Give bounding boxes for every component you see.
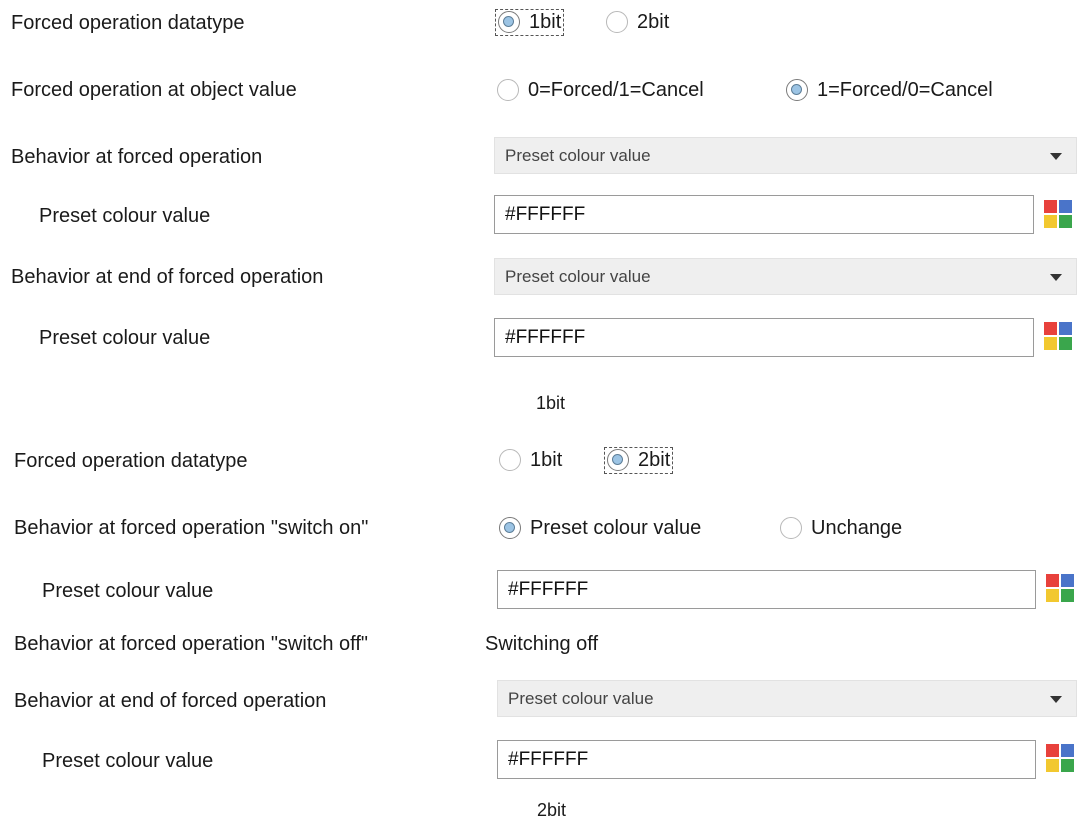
color-swatch-green <box>1061 759 1074 772</box>
focus-outline: 2bit <box>603 446 674 474</box>
radio-unchecked-icon <box>780 517 802 539</box>
color-swatch-blue <box>1061 744 1074 757</box>
behavior-end-forced-operation-dropdown[interactable]: Preset colour value <box>494 258 1077 295</box>
focus-outline: 1bit <box>494 8 565 36</box>
color-swatch-green <box>1059 215 1072 228</box>
color-swatch-green <box>1059 337 1072 350</box>
color-swatch-blue <box>1061 574 1074 587</box>
option-label: 1=Forced/0=Cancel <box>817 78 993 101</box>
color-picker-icon[interactable] <box>1044 200 1072 228</box>
forced-operation-object-value-label: Forced operation at object value <box>11 79 297 101</box>
option-label: 2bit <box>638 448 671 471</box>
color-picker-icon[interactable] <box>1044 322 1072 350</box>
preset-colour-value-input[interactable]: #FFFFFF <box>497 740 1036 779</box>
color-swatch-yellow <box>1044 337 1057 350</box>
radio-checked-icon <box>499 517 521 539</box>
input-value: #FFFFFF <box>508 748 589 770</box>
behavior-end-forced-operation-label: Behavior at end of forced operation <box>14 690 327 712</box>
radio-unchecked-icon <box>499 449 521 471</box>
color-picker-icon[interactable] <box>1046 744 1074 772</box>
option-label: 0=Forced/1=Cancel <box>528 78 704 101</box>
option-label: Unchange <box>811 516 903 539</box>
color-swatch-red <box>1046 574 1059 587</box>
color-swatch-red <box>1044 322 1057 335</box>
color-swatch-yellow <box>1044 215 1057 228</box>
radio-checked-icon <box>607 449 629 471</box>
color-swatch-yellow <box>1046 759 1059 772</box>
radio-checked-icon <box>786 79 808 101</box>
dropdown-value: Preset colour value <box>505 266 651 286</box>
object-value-0-forced-radio[interactable]: 0=Forced/1=Cancel <box>497 76 704 104</box>
input-value: #FFFFFF <box>508 578 589 600</box>
input-value: #FFFFFF <box>505 326 586 348</box>
section-caption-1bit: 1bit <box>536 393 566 413</box>
behavior-switch-on-label: Behavior at forced operation "switch on" <box>14 517 369 539</box>
color-swatch-blue <box>1059 200 1072 213</box>
input-value: #FFFFFF <box>505 203 586 225</box>
behavior-forced-operation-label: Behavior at forced operation <box>11 146 263 168</box>
datatype-2bit-radio[interactable]: 2bit <box>606 8 669 36</box>
dropdown-value: Preset colour value <box>508 688 654 708</box>
preset-colour-value-label: Preset colour value <box>42 750 214 772</box>
preset-colour-value-label: Preset colour value <box>39 327 211 349</box>
dropdown-value: Preset colour value <box>505 145 651 165</box>
chevron-down-icon <box>1050 153 1062 160</box>
color-swatch-blue <box>1059 322 1072 335</box>
behavior-forced-operation-dropdown[interactable]: Preset colour value <box>494 137 1077 174</box>
preset-colour-value-input[interactable]: #FFFFFF <box>497 570 1036 609</box>
option-label: Preset colour value <box>530 516 702 539</box>
radio-unchecked-icon <box>497 79 519 101</box>
object-value-1-forced-radio[interactable]: 1=Forced/0=Cancel <box>786 76 993 104</box>
color-swatch-red <box>1046 744 1059 757</box>
color-swatch-yellow <box>1046 589 1059 602</box>
forced-operation-datatype-label: Forced operation datatype <box>14 450 248 472</box>
datatype-2bit-radio[interactable]: 2bit <box>603 446 674 474</box>
preset-colour-value-label: Preset colour value <box>42 580 214 602</box>
behavior-switch-off-label: Behavior at forced operation "switch off… <box>14 633 369 655</box>
radio-checked-icon <box>498 11 520 33</box>
forced-operation-datatype-label: Forced operation datatype <box>11 12 245 34</box>
section-caption-2bit: 2bit <box>537 800 567 820</box>
datatype-1bit-radio[interactable]: 1bit <box>494 8 565 36</box>
datatype-1bit-radio[interactable]: 1bit <box>499 446 562 474</box>
color-swatch-red <box>1044 200 1057 213</box>
switch-on-unchange-radio[interactable]: Unchange <box>780 514 902 542</box>
preset-colour-value-input[interactable]: #FFFFFF <box>494 195 1034 234</box>
color-swatch-green <box>1061 589 1074 602</box>
chevron-down-icon <box>1050 274 1062 281</box>
switch-off-value: Switching off <box>485 633 599 655</box>
option-label: 2bit <box>637 10 670 33</box>
behavior-end-forced-operation-dropdown[interactable]: Preset colour value <box>497 680 1077 717</box>
preset-colour-value-label: Preset colour value <box>39 205 211 227</box>
chevron-down-icon <box>1050 696 1062 703</box>
preset-colour-value-input[interactable]: #FFFFFF <box>494 318 1034 357</box>
behavior-end-forced-operation-label: Behavior at end of forced operation <box>11 266 324 288</box>
option-label: 1bit <box>529 10 562 33</box>
option-label: 1bit <box>530 448 563 471</box>
radio-unchecked-icon <box>606 11 628 33</box>
color-picker-icon[interactable] <box>1046 574 1074 602</box>
switch-on-preset-radio[interactable]: Preset colour value <box>499 514 701 542</box>
